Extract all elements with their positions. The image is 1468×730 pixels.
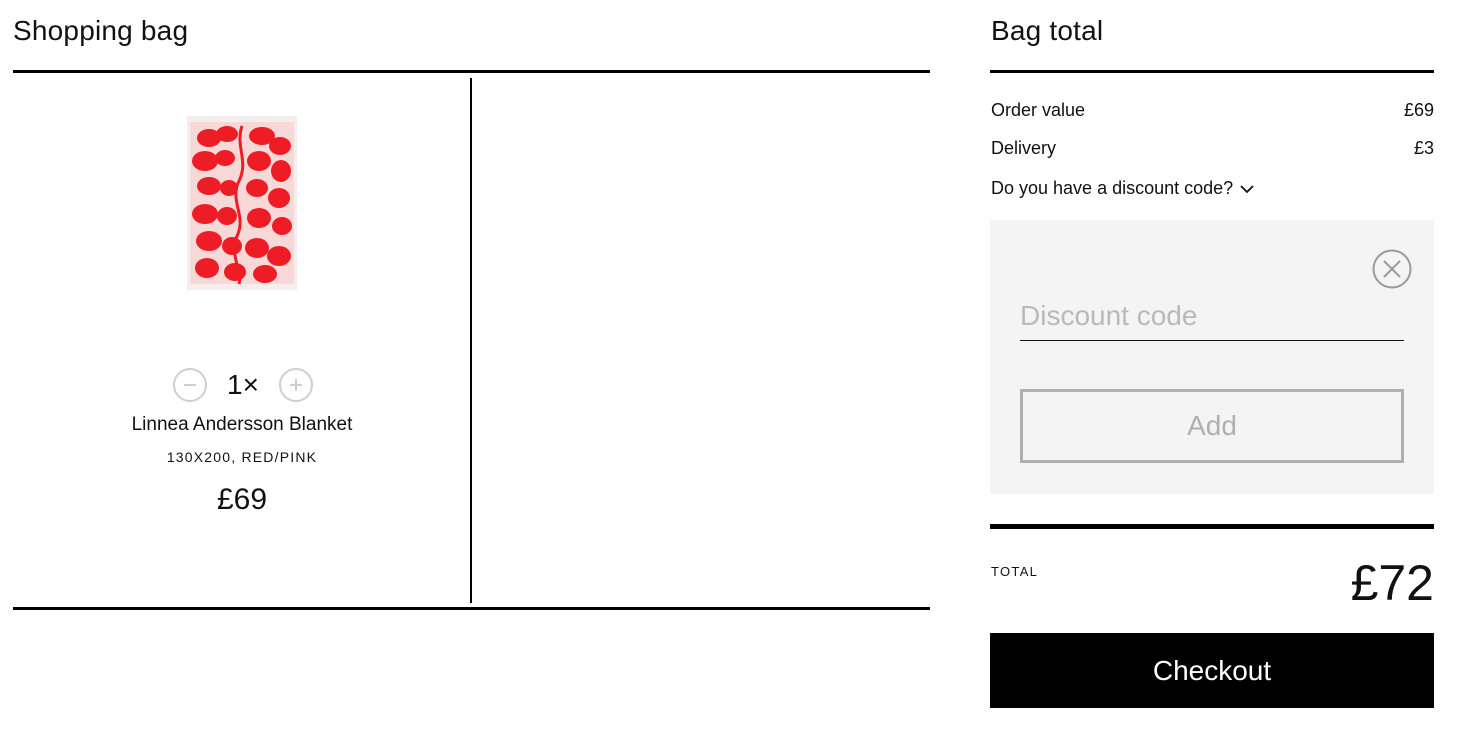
- delivery-label: Delivery: [991, 138, 1057, 158]
- close-discount-button[interactable]: [1372, 249, 1412, 289]
- page-title: Shopping bag: [13, 15, 189, 46]
- order-value-label: Order value: [991, 100, 1086, 120]
- add-discount-button[interactable]: Add: [1020, 389, 1404, 463]
- item-variant: 130X200, RED/PINK: [166, 449, 318, 465]
- decrease-quantity-button[interactable]: [173, 368, 207, 402]
- summary-top-divider: [990, 70, 1434, 73]
- discount-field: [1020, 300, 1404, 341]
- discount-panel: Add: [990, 220, 1434, 494]
- quantity-stepper: 1×: [173, 368, 313, 402]
- item-quantity: 1×: [227, 369, 259, 400]
- total-label: TOTAL: [991, 564, 1039, 579]
- total-value: £72: [1350, 555, 1434, 611]
- bag-item-card: 1× Linnea Andersson Blanket 130X200, RED…: [13, 78, 471, 603]
- summary-bottom-divider: [990, 524, 1434, 529]
- delivery-value: £3: [1413, 138, 1434, 158]
- bag-top-divider: [13, 70, 930, 73]
- item-column-divider: [470, 78, 472, 603]
- bag-bottom-divider: [13, 607, 930, 610]
- product-image[interactable]: [187, 116, 297, 290]
- order-value: £69: [1403, 100, 1434, 120]
- increase-quantity-button[interactable]: [279, 368, 313, 402]
- checkout-button[interactable]: Checkout: [990, 633, 1434, 708]
- item-price: £69: [216, 483, 268, 516]
- discount-toggle[interactable]: Do you have a discount code?: [991, 178, 1255, 199]
- discount-toggle-label: Do you have a discount code?: [991, 178, 1234, 198]
- discount-code-input[interactable]: [1020, 300, 1404, 332]
- plus-icon: [290, 379, 302, 391]
- minus-icon: [184, 384, 196, 386]
- chevron-down-icon: [1240, 184, 1254, 193]
- item-name[interactable]: Linnea Andersson Blanket: [13, 414, 471, 436]
- summary-title: Bag total: [991, 15, 1104, 46]
- close-icon: [1372, 249, 1412, 289]
